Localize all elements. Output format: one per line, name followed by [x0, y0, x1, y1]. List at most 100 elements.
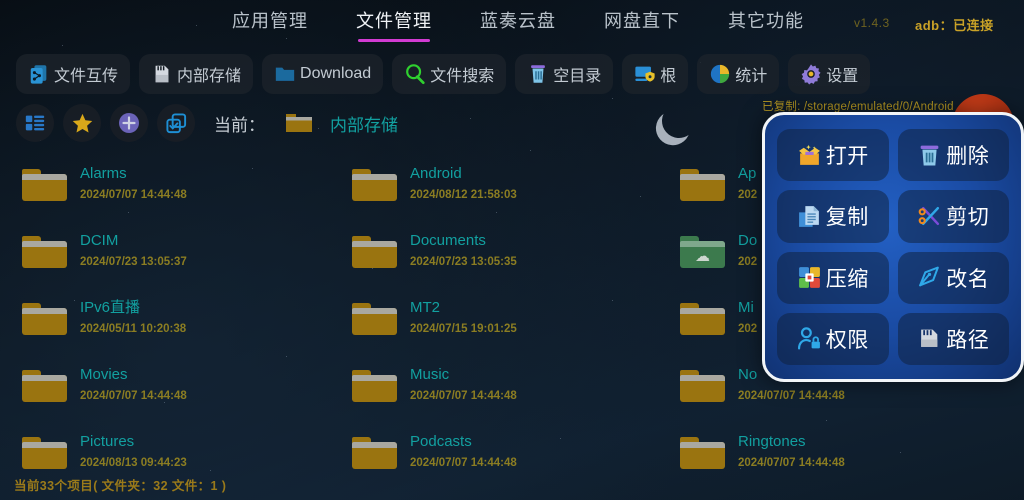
gear-icon	[800, 63, 822, 85]
file-text: Ringtones 2024/07/07 14:44:48	[738, 432, 845, 472]
current-path-label: 当前：	[214, 115, 265, 135]
file-text: Do 202	[738, 231, 757, 271]
menu-item-path[interactable]: 路径	[897, 312, 1009, 365]
star-icon[interactable]	[63, 104, 101, 142]
file-item[interactable]: Podcasts 2024/07/07 14:44:48	[352, 418, 682, 485]
file-item[interactable]: DCIM 2024/07/23 13:05:37	[22, 217, 352, 284]
menu-item-cut-label: 剪切	[946, 206, 990, 230]
file-item[interactable]: Music 2024/07/07 14:44:48	[352, 351, 682, 418]
menu-item-path-label: 路径	[946, 328, 990, 352]
tab-app-management[interactable]: 应用管理	[232, 3, 308, 43]
status-bar: 当前33个项目( 文件夹：32 文件：1 )	[14, 479, 227, 493]
menu-item-permission[interactable]: 权限	[777, 312, 889, 365]
file-item[interactable]: Android 2024/08/12 21:58:03	[352, 150, 682, 217]
version-label: v1.4.3	[854, 16, 890, 30]
background-star	[470, 118, 472, 120]
file-icon	[22, 301, 67, 335]
file-text: Mi 202	[738, 298, 757, 338]
file-name: Podcasts	[410, 432, 472, 450]
menu-item-open-label: 打开	[825, 145, 869, 169]
toolbar-empty-dir[interactable]: 空目录	[515, 54, 614, 94]
toolbar-file-search-label: 文件搜索	[430, 68, 495, 85]
multi-select-icon[interactable]	[157, 104, 195, 142]
file-item[interactable]: Documents 2024/07/23 13:05:35	[352, 217, 682, 284]
toolbar-statistics[interactable]: 统计	[697, 54, 780, 94]
folder-icon	[22, 235, 67, 268]
file-timestamp: 2024/07/07 14:44:48	[738, 389, 845, 402]
action-row: 当前： 内部存储	[16, 102, 398, 144]
file-item[interactable]: Alarms 2024/07/07 14:44:48	[22, 150, 352, 217]
background-star	[612, 98, 613, 99]
adb-status-badge: adb：已连接	[915, 18, 994, 33]
file-icon	[680, 167, 725, 201]
tab-other-functions[interactable]: 其它功能	[728, 3, 804, 43]
file-item[interactable]: IPv6直播 2024/05/11 10:20:38	[22, 284, 352, 351]
folder-icon	[22, 436, 67, 469]
folder-icon	[352, 235, 397, 268]
toolbar-root[interactable]: 根	[622, 54, 689, 94]
file-column-1: Alarms 2024/07/07 14:44:48 DCIM 2024/07/23 …	[22, 150, 352, 485]
path-sdcard-icon	[917, 326, 942, 351]
archive-icon	[797, 265, 822, 290]
file-text: Pictures 2024/08/13 09:44:23	[80, 432, 187, 472]
tab-file-management[interactable]: 文件管理	[356, 3, 432, 43]
add-icon[interactable]	[110, 104, 148, 142]
menu-item-copy[interactable]: 复制	[777, 190, 889, 243]
menu-item-delete[interactable]: 删除	[897, 129, 1009, 182]
toolbar-settings[interactable]: 设置	[788, 54, 871, 94]
folder-icon	[680, 436, 725, 469]
file-icon: ☁	[680, 234, 725, 268]
current-folder-icon	[286, 113, 312, 133]
nav-tab-list: 应用管理 文件管理 蓝奏云盘 网盘直下 其它功能	[232, 3, 852, 43]
folder-icon	[352, 168, 397, 201]
file-name: Do	[738, 231, 758, 249]
file-name: Android	[410, 164, 462, 182]
folder-icon	[680, 302, 725, 335]
menu-item-open[interactable]: 打开	[777, 129, 889, 182]
pen-icon	[917, 265, 942, 290]
toolbar-empty-dir-label: 空目录	[553, 68, 602, 85]
toolbar-internal-storage-label: 内部存储	[177, 68, 242, 85]
file-timestamp: 202	[738, 322, 758, 335]
file-icon	[22, 368, 67, 402]
file-name: IPv6直播	[80, 298, 141, 316]
list-view-icon[interactable]	[16, 104, 54, 142]
toolbar-file-search[interactable]: 文件搜索	[392, 54, 507, 94]
file-icon	[680, 368, 725, 402]
file-timestamp: 202	[738, 188, 758, 201]
file-icon	[352, 301, 397, 335]
file-timestamp: 2024/08/12 21:58:03	[410, 188, 517, 201]
toolbar-internal-storage[interactable]: 内部存储	[139, 54, 254, 94]
file-item[interactable]: Ringtones 2024/07/07 14:44:48	[680, 418, 1010, 485]
file-text: DCIM 2024/07/23 13:05:37	[80, 231, 187, 271]
toolbar-statistics-label: 统计	[735, 68, 768, 85]
file-name: Alarms	[80, 164, 127, 182]
copy-icon	[797, 204, 822, 229]
scissors-icon	[917, 204, 942, 229]
folder-icon	[352, 302, 397, 335]
tab-netdisk-direct[interactable]: 网盘直下	[604, 3, 680, 43]
permission-lock-icon	[797, 326, 822, 351]
file-text: Music 2024/07/07 14:44:48	[410, 365, 517, 405]
tab-lanzou-cloud[interactable]: 蓝奏云盘	[480, 3, 556, 43]
file-text: Movies 2024/07/07 14:44:48	[80, 365, 187, 405]
file-text: IPv6直播 2024/05/11 10:20:38	[80, 298, 186, 338]
file-text: Alarms 2024/07/07 14:44:48	[80, 164, 187, 204]
menu-item-compress[interactable]: 压缩	[777, 251, 889, 304]
menu-item-rename[interactable]: 改名	[897, 251, 1009, 304]
context-menu-popup: 打开 删除 复制 剪切 压缩 改名 权限 路径	[762, 112, 1024, 382]
file-text: Ap 202	[738, 164, 757, 204]
toolbar-settings-label: 设置	[826, 68, 859, 85]
file-timestamp: 2024/07/23 13:05:35	[410, 255, 517, 268]
file-item[interactable]: MT2 2024/07/15 19:01:25	[352, 284, 682, 351]
menu-item-cut[interactable]: 剪切	[897, 190, 1009, 243]
menu-item-delete-label: 删除	[946, 145, 990, 169]
toolbar-download[interactable]: Download	[262, 54, 384, 94]
file-item[interactable]: Movies 2024/07/07 14:44:48	[22, 351, 352, 418]
file-column-2: Android 2024/08/12 21:58:03 Documents 2024/…	[352, 150, 682, 485]
toolbar-file-transfer[interactable]: 文件互传	[16, 54, 131, 94]
file-icon	[352, 167, 397, 201]
file-name: DCIM	[80, 231, 119, 249]
current-folder-name: 内部存储	[330, 115, 398, 135]
file-timestamp: 2024/07/07 14:44:48	[738, 456, 845, 469]
